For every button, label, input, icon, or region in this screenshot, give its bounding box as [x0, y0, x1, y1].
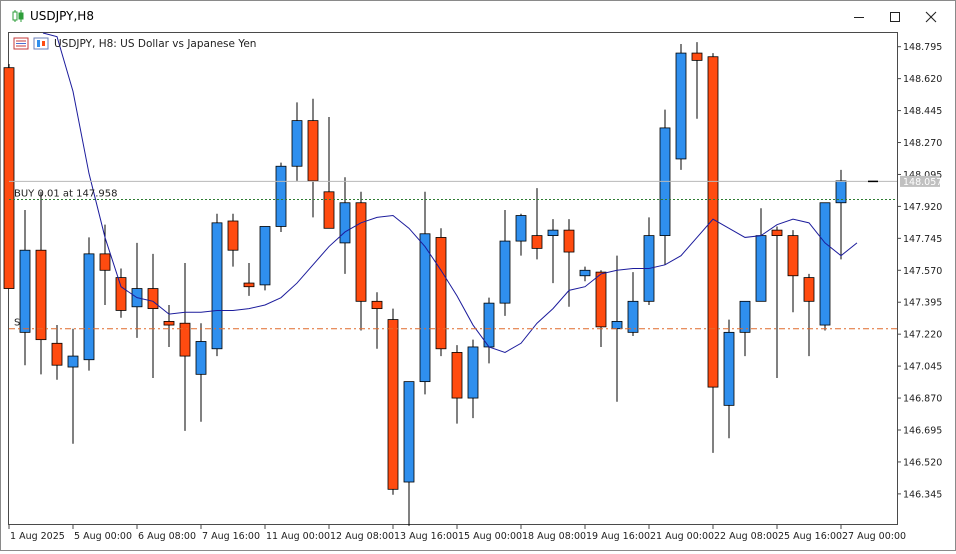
chart-area[interactable]: BUY 0.01 at 147.958 S 148.795 148.620 148.… [1, 32, 955, 550]
bull-candle [275, 165, 287, 227]
price-chart[interactable]: BUY 0.01 at 147.958 S 148.795 148.620 148.… [1, 32, 955, 550]
minimize-button[interactable] [844, 5, 874, 29]
bull-candle [675, 52, 687, 160]
x-tick-label: 12 Aug 08:00 [330, 531, 394, 542]
bull-candle [419, 233, 431, 383]
bear-candle [163, 320, 175, 326]
bull-candle [515, 215, 527, 242]
bull-candle [755, 235, 767, 302]
bear-candle [563, 229, 575, 253]
minimize-icon [854, 17, 864, 18]
x-tick-label: 22 Aug 08:00 [714, 531, 778, 542]
bull-candle [547, 229, 559, 237]
bull-candle [483, 302, 495, 348]
bull-candle [403, 381, 415, 483]
bear-candle [115, 277, 127, 311]
bear-candle [227, 220, 239, 251]
bear-candle [147, 288, 159, 310]
x-tick-label: 5 Aug 00:00 [74, 531, 132, 542]
bear-candle [707, 56, 719, 388]
y-tick-label: 147.045 [903, 362, 942, 373]
y-tick-label: 147.570 [903, 266, 942, 277]
x-tick-label: 15 Aug 00:00 [458, 531, 522, 542]
bear-candle [99, 253, 111, 271]
y-tick-label: 146.345 [903, 489, 942, 500]
bear-candle [323, 191, 335, 229]
x-tick-label: 6 Aug 08:00 [138, 531, 196, 542]
bear-candle [371, 300, 383, 310]
bear-candle [787, 235, 799, 277]
x-tick-label: 13 Aug 16:00 [394, 531, 458, 542]
bull-candle [579, 269, 591, 277]
bull-candle [291, 120, 303, 167]
bear-candle [771, 229, 783, 237]
y-tick-label: 148.620 [903, 74, 942, 85]
current-price-text: 148.057 [903, 177, 942, 188]
x-tick-label: 25 Aug 16:00 [778, 531, 842, 542]
maximize-icon [890, 12, 900, 22]
bull-candle [819, 202, 831, 326]
bull-candle [627, 300, 639, 333]
indicator-icon[interactable] [33, 37, 49, 50]
stop-loss-label: S [14, 318, 20, 329]
bear-candle [307, 120, 319, 182]
bear-candle [803, 277, 815, 302]
x-tick-label: 1 Aug 2025 [10, 531, 65, 542]
buy-order-label: BUY 0.01 at 147.958 [14, 188, 118, 199]
bull-candle [499, 240, 511, 304]
bull-candle [211, 222, 223, 350]
bull-candle [67, 355, 79, 368]
bear-candle [3, 67, 15, 289]
bull-candle [723, 331, 735, 406]
bull-candle [739, 300, 751, 333]
close-button[interactable] [916, 5, 946, 29]
bear-candle [451, 352, 463, 399]
bear-candle [243, 282, 255, 288]
y-tick-label: 148.795 [903, 42, 942, 53]
bear-candle [179, 322, 191, 357]
y-tick-label: 146.520 [903, 457, 942, 468]
menu-list-icon[interactable] [13, 37, 29, 50]
y-tick-label: 146.695 [903, 425, 942, 436]
x-tick-label: 27 Aug 00:00 [842, 531, 906, 542]
maximize-button[interactable] [880, 5, 910, 29]
bull-candle [611, 320, 623, 330]
bear-candle [595, 271, 607, 328]
bull-candle [467, 346, 479, 399]
candlestick-app-icon [12, 10, 24, 22]
bull-candle [259, 226, 271, 286]
bull-candle [83, 253, 95, 361]
y-tick-label: 147.920 [903, 202, 942, 213]
y-tick-label: 148.445 [903, 106, 942, 117]
chart-window: USDJPY,H8 BUY 0.01 at 147.958 S 148.795 1… [0, 0, 956, 551]
bull-candle [195, 341, 207, 375]
y-tick-label: 147.395 [903, 298, 942, 309]
y-tick-label: 148.270 [903, 138, 942, 149]
x-tick-label: 11 Aug 00:00 [266, 531, 330, 542]
bear-candle [387, 319, 399, 490]
x-tick-label: 7 Aug 16:00 [202, 531, 260, 542]
window-titlebar[interactable]: USDJPY,H8 [1, 1, 955, 32]
bull-candle [19, 249, 31, 333]
bull-candle [339, 202, 351, 244]
bear-candle [435, 237, 447, 350]
y-tick-label: 147.745 [903, 234, 942, 245]
x-tick-label: 18 Aug 08:00 [522, 531, 586, 542]
y-tick-label: 147.220 [903, 330, 942, 341]
bear-candle [355, 202, 367, 302]
chart-header-text: USDJPY, H8: US Dollar vs Japanese Yen [54, 38, 256, 50]
bear-candle [691, 52, 703, 61]
window-title: USDJPY,H8 [30, 9, 94, 23]
x-tick-label: 21 Aug 00:00 [650, 531, 714, 542]
bear-candle [51, 342, 63, 366]
x-tick-label: 19 Aug 16:00 [586, 531, 650, 542]
bear-candle [35, 249, 47, 341]
bear-candle [531, 235, 543, 249]
y-tick-label: 146.870 [903, 394, 942, 405]
close-icon [925, 11, 937, 23]
